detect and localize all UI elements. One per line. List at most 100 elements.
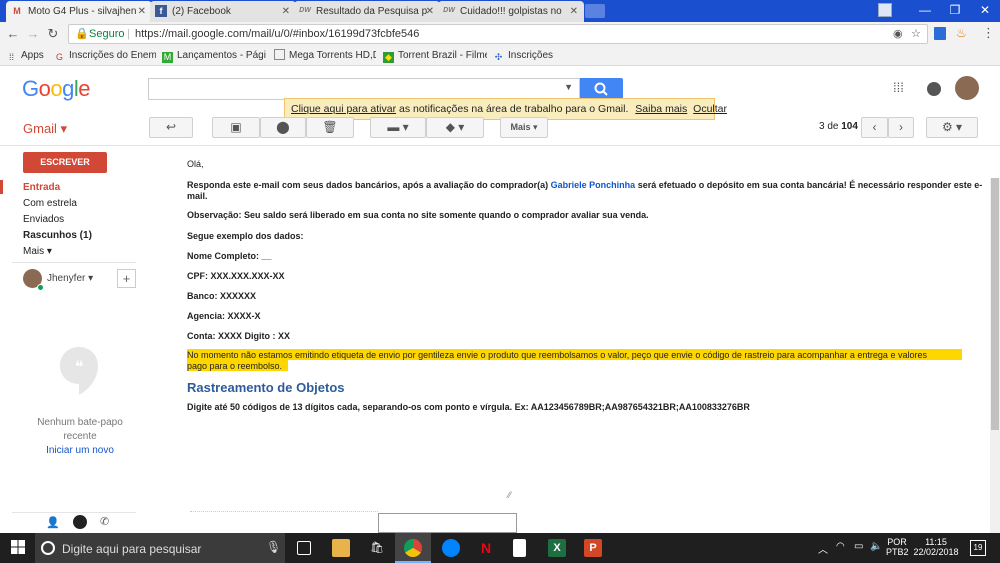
- active-indicator: [0, 180, 3, 194]
- forward-icon[interactable]: →: [24, 25, 42, 43]
- taskbar-search-box[interactable]: Digite aqui para pesquisar 🎙: [35, 533, 285, 563]
- profile-icon[interactable]: [878, 3, 892, 17]
- avatar[interactable]: [955, 76, 979, 100]
- gmail-product-menu[interactable]: Gmail ▾: [23, 121, 67, 137]
- compose-button[interactable]: ESCREVER: [23, 152, 107, 173]
- netflix-icon[interactable]: N: [477, 539, 495, 557]
- move-to-button[interactable]: ▬ ▾: [370, 117, 426, 138]
- user-name[interactable]: Jhenyfer ▾: [47, 273, 93, 284]
- bookmark-lancamentos[interactable]: M Lançamentos - Págin: [162, 49, 266, 63]
- eye-icon[interactable]: ◉: [893, 25, 903, 43]
- back-to-inbox-button[interactable]: ↩: [149, 117, 193, 138]
- minimize-button[interactable]: —: [910, 0, 940, 20]
- volume-icon[interactable]: 🔈: [870, 541, 882, 552]
- powerpoint-icon[interactable]: P: [584, 539, 602, 557]
- tab-search-result[interactable]: DW Resultado da Pesquisa p ✕: [294, 1, 440, 22]
- learn-more-link[interactable]: Saiba mais: [635, 103, 687, 115]
- bookmark-label: Inscrições do Enem 2: [69, 50, 156, 61]
- task-view-icon[interactable]: [297, 541, 311, 555]
- messenger-icon[interactable]: [442, 539, 460, 557]
- close-window-button[interactable]: ✕: [970, 0, 1000, 20]
- scrollbar-thumb[interactable]: [991, 178, 999, 430]
- report-spam-button[interactable]: ⬤: [260, 117, 306, 138]
- search-options-icon[interactable]: ▼: [564, 82, 573, 92]
- add-contact-button[interactable]: +: [117, 269, 136, 288]
- start-new-chat-link[interactable]: Iniciar um novo: [30, 445, 130, 456]
- page-icon: [274, 49, 285, 60]
- sidebar-item-inbox[interactable]: Entrada: [23, 182, 60, 193]
- close-icon[interactable]: ✕: [426, 1, 434, 22]
- field-agency: Agencia: XXXX-X: [187, 311, 261, 321]
- chat-empty-line2: recente: [63, 431, 97, 442]
- search-button[interactable]: [580, 78, 623, 100]
- keyboard-layout: PTB2: [886, 547, 909, 557]
- apps-icon[interactable]: ⁞⁞⁞: [893, 81, 904, 95]
- sidebar-item-sent[interactable]: Enviados: [23, 214, 64, 225]
- bookmark-enem[interactable]: G Inscrições do Enem 2: [54, 49, 156, 63]
- tab-gmail[interactable]: M Moto G4 Plus - silvajhen ✕: [6, 1, 152, 22]
- menu-icon[interactable]: ⋮: [982, 26, 995, 40]
- search-input[interactable]: ▼: [148, 78, 580, 100]
- store-icon[interactable]: 🛍: [368, 539, 386, 557]
- bookmark-mega-torrents[interactable]: Mega Torrents HD,Do: [274, 49, 376, 63]
- back-arrow-icon: ↩: [165, 120, 177, 134]
- phone-icon[interactable]: ✆: [100, 515, 109, 528]
- enable-notifications-link[interactable]: Clique aqui para ativar: [291, 103, 396, 115]
- battery-icon[interactable]: ▭: [854, 541, 863, 552]
- reload-icon[interactable]: ↻: [44, 25, 62, 43]
- back-icon[interactable]: ←: [4, 25, 22, 43]
- dw-icon: DW: [299, 7, 311, 14]
- extension-icon[interactable]: [934, 27, 946, 40]
- resize-handle-icon[interactable]: ⁄⁄: [508, 490, 511, 500]
- sidebar-item-drafts[interactable]: Rascunhos (1): [23, 230, 92, 241]
- bookmarks-bar: ⁞⁞ Apps G Inscrições do Enem 2 M Lançamento…: [0, 46, 1000, 66]
- search-icon: [594, 82, 608, 96]
- sidebar-item-more[interactable]: Mais ▾: [23, 246, 52, 257]
- google-logo[interactable]: Google: [22, 76, 91, 102]
- star-icon[interactable]: ☆: [911, 25, 921, 43]
- clock[interactable]: 11:15 22/02/2018: [912, 537, 960, 557]
- delete-button[interactable]: 🗑: [306, 117, 354, 138]
- labels-button[interactable]: ◆ ▾: [426, 117, 484, 138]
- dw-icon: DW: [443, 7, 455, 14]
- bookmark-torrent-brazil[interactable]: ◆ Torrent Brazil - Filme: [383, 49, 487, 63]
- chrome-taskbar-button[interactable]: [395, 533, 431, 563]
- highlight-line-1: No momento não estamos emitindo etiqueta…: [187, 350, 927, 360]
- settings-button[interactable]: ⚙ ▾: [926, 117, 978, 138]
- hangouts-chat-icon[interactable]: [73, 515, 87, 529]
- contacts-icon[interactable]: 👤: [46, 516, 60, 529]
- microphone-icon[interactable]: 🎙: [266, 540, 281, 554]
- address-bar[interactable]: 🔒 Seguro | https://mail.google.com/mail/…: [68, 24, 928, 44]
- input-language[interactable]: POR PTB2: [886, 537, 909, 557]
- document-icon[interactable]: [513, 539, 526, 557]
- buyer-name-link[interactable]: Gabriele Ponchinha: [551, 180, 636, 190]
- windows-start-icon[interactable]: [9, 539, 27, 557]
- file-explorer-icon[interactable]: [332, 539, 350, 557]
- new-tab-button[interactable]: [585, 4, 605, 18]
- code-input[interactable]: [378, 513, 517, 533]
- page-total: 104: [841, 121, 858, 132]
- restore-button[interactable]: ❐: [940, 0, 970, 20]
- sidebar-item-starred[interactable]: Com estrela: [23, 198, 77, 209]
- excel-icon[interactable]: X: [548, 539, 566, 557]
- close-icon[interactable]: ✕: [138, 1, 146, 22]
- tab-facebook[interactable]: f (2) Facebook ✕: [150, 1, 296, 22]
- close-icon[interactable]: ✕: [570, 1, 578, 22]
- archive-button[interactable]: ▣: [212, 117, 260, 138]
- rss-icon[interactable]: ♨: [956, 26, 968, 40]
- older-button[interactable]: ›: [888, 117, 914, 138]
- more-button[interactable]: Mais ▾: [500, 117, 548, 138]
- hide-link[interactable]: Ocultar: [693, 103, 727, 115]
- field-cpf: CPF: XXX.XXX.XXX-XX: [187, 271, 285, 281]
- chevron-up-icon[interactable]: ︿: [818, 541, 828, 556]
- notifications-icon[interactable]: [927, 82, 941, 96]
- wifi-icon[interactable]: ◠: [836, 541, 845, 552]
- url-text[interactable]: https://mail.google.com/mail/u/0/#inbox/…: [135, 25, 419, 43]
- action-center-icon[interactable]: 19: [970, 540, 986, 556]
- bookmark-apps[interactable]: ⁞⁞ Apps: [6, 49, 52, 63]
- newer-button[interactable]: ‹: [861, 117, 888, 138]
- tab-cuidado[interactable]: DW Cuidado!!! golpistas no ✕: [438, 1, 584, 22]
- close-icon[interactable]: ✕: [282, 1, 290, 22]
- bookmark-inscricoes[interactable]: ✣ Inscrições: [493, 49, 553, 63]
- page-of: de: [827, 121, 839, 132]
